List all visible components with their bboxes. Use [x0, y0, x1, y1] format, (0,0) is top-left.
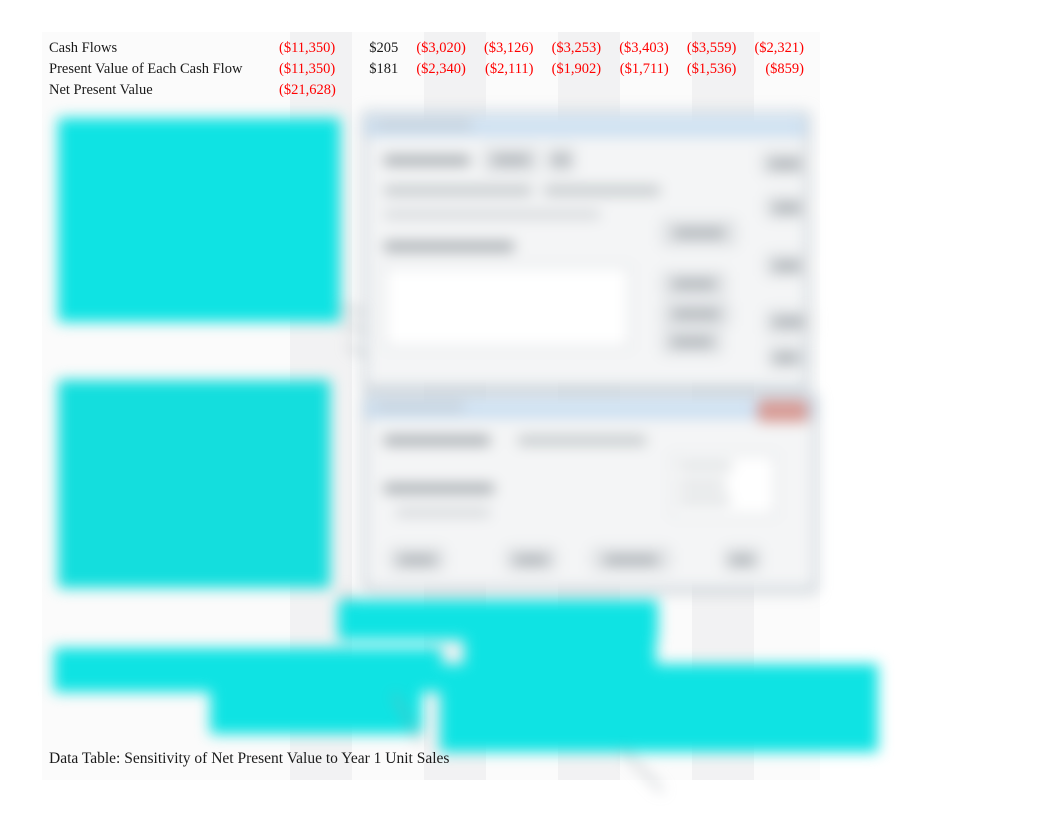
leader-line: [620, 748, 664, 793]
dialog-body-text: [384, 242, 514, 251]
dialog-body-text: [518, 436, 646, 445]
cell-value: [482, 80, 550, 101]
cell-value: ($1,536): [686, 61, 737, 77]
selected-cell-range-7: [440, 664, 878, 752]
cell-value: ($3,403): [619, 40, 669, 56]
cell-value: ($21,628): [279, 82, 336, 98]
cell-value: ($2,340): [416, 61, 466, 77]
dialog-value-text: [678, 480, 726, 489]
dialog-body-text: [544, 186, 660, 195]
cell-value: ($11,350): [279, 40, 336, 56]
dialog-footer-button[interactable]: [592, 548, 670, 570]
dialog-footer-button[interactable]: [506, 548, 556, 570]
cell-value: [685, 80, 753, 101]
cell-value: $181: [369, 61, 399, 77]
dialog-body-text: [384, 156, 470, 165]
selected-cell-range-1: [58, 118, 340, 322]
dialog-side-button[interactable]: [768, 346, 804, 368]
dialog-toolbar-button[interactable]: [548, 148, 574, 172]
dialog-toolbar-button[interactable]: [484, 148, 538, 172]
cell-value: ($11,350): [279, 61, 336, 77]
data-table-dialog[interactable]: [364, 112, 812, 388]
blurred-overlay-region: [42, 108, 882, 793]
cell-value: $205: [369, 40, 399, 56]
npv-table: Cash Flows ($11,350) $205 ($3,020) ($3,1…: [42, 38, 820, 101]
cell-value: [550, 80, 618, 101]
selected-cell-range-4: [54, 648, 442, 692]
dialog-side-button[interactable]: [766, 196, 808, 218]
dialog-body-text: [384, 436, 490, 445]
cell-value: ($3,126): [483, 40, 534, 56]
selected-cell-range-5: [210, 688, 422, 734]
cell-value: ($2,111): [485, 61, 534, 77]
dialog-action-button[interactable]: [662, 220, 736, 246]
dialog-body-text: [384, 210, 600, 219]
cell-value: ($1,711): [619, 61, 669, 77]
cell-value: [617, 80, 685, 101]
dialog-body-text: [396, 508, 490, 517]
dialog-body-text: [384, 484, 494, 493]
dialog-list-area[interactable]: [384, 266, 630, 348]
dialog-action-button[interactable]: [662, 302, 730, 326]
row-label: Cash Flows: [49, 40, 118, 56]
table-row: Cash Flows ($11,350) $205 ($3,020) ($3,1…: [42, 38, 820, 59]
table-row: Present Value of Each Cash Flow ($11,350…: [42, 59, 820, 80]
selected-cell-range-2: [58, 380, 330, 588]
dialog-action-button[interactable]: [662, 330, 722, 354]
dialog-side-button[interactable]: [762, 152, 808, 174]
sensitivity-dialog[interactable]: [364, 394, 816, 590]
cell-value: [414, 80, 482, 101]
cell-value: ($3,559): [686, 40, 737, 56]
cell-value: ($1,902): [551, 61, 602, 77]
row-label: Present Value of Each Cash Flow: [49, 61, 243, 77]
dialog-body-text: [384, 186, 532, 195]
dialog-title-text: [376, 402, 464, 411]
close-icon[interactable]: [758, 400, 808, 422]
dialog-footer-button[interactable]: [390, 548, 444, 570]
table-row: Net Present Value ($21,628): [42, 80, 820, 101]
dialog-side-button[interactable]: [766, 254, 808, 276]
dialog-value-text: [678, 462, 732, 471]
cell-value: [347, 80, 415, 101]
data-table-caption: Data Table: Sensitivity of Net Present V…: [49, 750, 450, 767]
cell-value: ($3,253): [551, 40, 602, 56]
dialog-value-text: [678, 496, 730, 505]
dialog-side-button[interactable]: [766, 310, 812, 334]
dialog-footer-button[interactable]: [724, 548, 760, 570]
cell-value: ($3,020): [416, 40, 466, 56]
cell-value: ($2,321): [754, 40, 804, 56]
selected-cell-range-6: [464, 626, 656, 668]
cell-value: [752, 80, 820, 101]
dialog-title-text: [376, 120, 472, 129]
row-label: Net Present Value: [49, 82, 153, 98]
cell-value: ($859): [765, 61, 804, 77]
dialog-action-button[interactable]: [662, 272, 726, 296]
